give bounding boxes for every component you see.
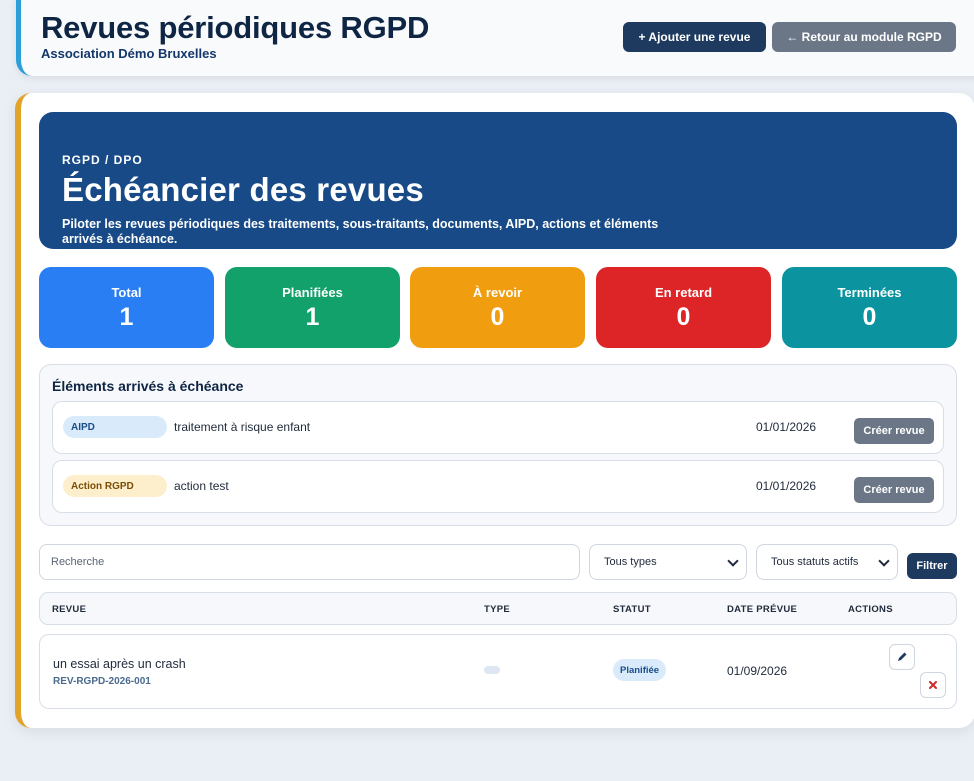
type-badge (484, 666, 500, 674)
stat-value: 0 (676, 303, 691, 331)
column-header-type: TYPE (484, 604, 511, 615)
close-icon (929, 681, 937, 689)
chevron-down-icon (878, 555, 890, 567)
column-header-status: STATUT (613, 604, 651, 615)
stat-card-late: En retard 0 (596, 267, 771, 348)
organization-name: Association Démo Bruxelles (41, 46, 217, 61)
stat-label: En retard (654, 285, 713, 300)
stat-value: 0 (862, 303, 877, 331)
stat-label: Terminées (837, 285, 902, 300)
stat-card-done: Terminées 0 (782, 267, 957, 348)
type-badge: Action RGPD (63, 475, 167, 497)
type-select-value: Tous types (604, 556, 657, 568)
column-header-date: DATE PRÉVUE (727, 604, 798, 615)
hero-title: Échéancier des revues (62, 171, 424, 208)
stat-value: 1 (119, 303, 134, 331)
main-panel: RGPD / DPO Échéancier des revues Piloter… (15, 93, 974, 728)
status-select-value: Tous statuts actifs (771, 556, 859, 568)
stat-value: 0 (490, 303, 505, 331)
review-name: un essai après un crash (53, 657, 186, 671)
delete-button[interactable] (920, 672, 946, 698)
due-item-label: traitement à risque enfant (174, 420, 311, 434)
page-title: Revues périodiques RGPD (41, 10, 430, 45)
create-review-button[interactable]: Créer revue (854, 418, 934, 444)
column-header-review: REVUE (52, 604, 87, 615)
stat-value: 1 (305, 303, 320, 331)
column-header-actions: ACTIONS (848, 604, 893, 615)
table-header: REVUE TYPE STATUT DATE PRÉVUE ACTIONS (39, 592, 957, 625)
stat-card-to-review: À revoir 0 (410, 267, 585, 348)
status-badge: Planifiée (613, 659, 667, 681)
list-item: Action RGPD action test 01/01/2026 Créer… (52, 460, 944, 513)
due-item-label: action test (174, 479, 229, 493)
hero-banner: RGPD / DPO Échéancier des revues Piloter… (39, 112, 957, 249)
stat-card-planned: Planifiées 1 (225, 267, 400, 348)
filter-button[interactable]: Filtrer (907, 553, 957, 579)
type-select[interactable]: Tous types (589, 544, 747, 580)
due-item-date: 01/01/2026 (756, 479, 817, 493)
list-item: AIPD traitement à risque enfant 01/01/20… (52, 401, 944, 454)
status-select[interactable]: Tous statuts actifs (756, 544, 898, 580)
create-review-button[interactable]: Créer revue (854, 477, 934, 503)
add-review-button[interactable]: + Ajouter une revue (623, 22, 766, 52)
due-item-date: 01/01/2026 (756, 420, 817, 434)
due-items-heading: Éléments arrivés à échéance (52, 378, 244, 394)
hero-description: Piloter les revues périodiques des trait… (62, 217, 659, 246)
search-input[interactable] (39, 544, 580, 580)
back-to-module-button[interactable]: ← Retour au module RGPD (772, 22, 956, 52)
review-date: 01/09/2026 (727, 664, 788, 678)
table-row: un essai après un crash REV-RGPD-2026-00… (39, 634, 957, 709)
pencil-icon (898, 652, 907, 661)
edit-button[interactable] (889, 644, 915, 670)
due-items-section: Éléments arrivés à échéance AIPD traitem… (39, 364, 957, 526)
chevron-down-icon (727, 555, 739, 567)
stat-card-total: Total 1 (39, 267, 214, 348)
type-badge: AIPD (63, 416, 167, 438)
review-reference: REV-RGPD-2026-001 (53, 676, 151, 687)
hero-kicker: RGPD / DPO (62, 153, 143, 167)
stat-label: À revoir (472, 285, 523, 300)
stat-label: Total (111, 285, 142, 300)
stat-label: Planifiées (282, 285, 343, 300)
